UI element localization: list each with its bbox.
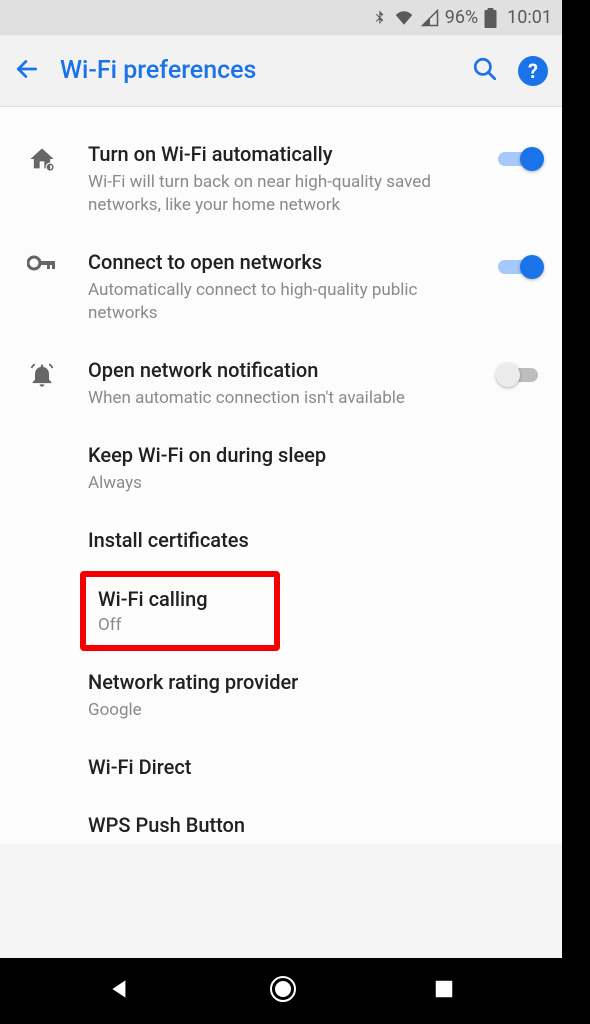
setting-title: Open network notification <box>88 357 470 383</box>
bluetooth-icon <box>372 8 387 28</box>
setting-title: Wi-Fi Direct <box>88 754 542 780</box>
setting-sub: Always <box>88 472 542 495</box>
setting-wps[interactable]: WPS Push Button <box>0 796 562 844</box>
clock: 10:01 <box>507 7 552 28</box>
navigation-bar <box>0 958 562 1024</box>
search-button[interactable] <box>472 56 498 86</box>
setting-sub: Automatically connect to high-quality pu… <box>88 279 470 325</box>
status-bar: 96% 10:01 <box>0 0 562 35</box>
toggle-open-notification[interactable] <box>498 363 542 387</box>
setting-wifi-calling[interactable]: Wi-Fi calling Off <box>80 571 280 651</box>
setting-sub: Off <box>98 615 262 635</box>
setting-sub: Google <box>88 699 542 722</box>
setting-open-networks[interactable]: Connect to open networks Automatically c… <box>0 233 562 341</box>
setting-title: WPS Push Button <box>88 812 542 838</box>
settings-list: Turn on Wi-Fi automatically Wi-Fi will t… <box>0 107 562 844</box>
help-button[interactable]: ? <box>518 56 548 86</box>
setting-wifi-direct[interactable]: Wi-Fi Direct <box>0 738 562 796</box>
setting-open-notification[interactable]: Open network notification When automatic… <box>0 341 562 426</box>
key-icon <box>27 253 57 277</box>
back-button[interactable] <box>14 56 40 86</box>
screen: 96% 10:01 Wi-Fi preferences ? Turn on Wi… <box>0 0 562 1024</box>
setting-sub: When automatic connection isn't availabl… <box>88 387 470 410</box>
frame-edge <box>562 0 590 1024</box>
setting-title: Network rating provider <box>88 669 542 695</box>
setting-title: Wi-Fi calling <box>98 587 262 611</box>
wifi-icon <box>393 9 415 27</box>
setting-wifi-sleep[interactable]: Keep Wi-Fi on during sleep Always <box>0 426 562 511</box>
setting-title: Connect to open networks <box>88 249 470 275</box>
setting-title: Install certificates <box>88 527 542 553</box>
bell-icon <box>28 361 56 393</box>
setting-sub: Wi-Fi will turn back on near high-qualit… <box>88 171 470 217</box>
nav-home-button[interactable] <box>268 974 298 1008</box>
nav-back-button[interactable] <box>107 976 133 1006</box>
setting-auto-wifi[interactable]: Turn on Wi-Fi automatically Wi-Fi will t… <box>0 125 562 233</box>
battery-icon <box>484 8 497 28</box>
battery-percent: 96% <box>445 7 478 28</box>
signal-icon <box>421 9 439 27</box>
app-bar: Wi-Fi preferences ? <box>0 35 562 107</box>
nav-recent-button[interactable] <box>433 978 455 1004</box>
setting-rating-provider[interactable]: Network rating provider Google <box>0 653 562 738</box>
page-title: Wi-Fi preferences <box>60 56 452 85</box>
setting-title: Keep Wi-Fi on during sleep <box>88 442 542 468</box>
setting-title: Turn on Wi-Fi automatically <box>88 141 470 167</box>
toggle-open-networks[interactable] <box>498 255 542 279</box>
toggle-auto-wifi[interactable] <box>498 147 542 171</box>
setting-install-certs[interactable]: Install certificates <box>0 511 562 569</box>
home-icon <box>28 145 56 177</box>
